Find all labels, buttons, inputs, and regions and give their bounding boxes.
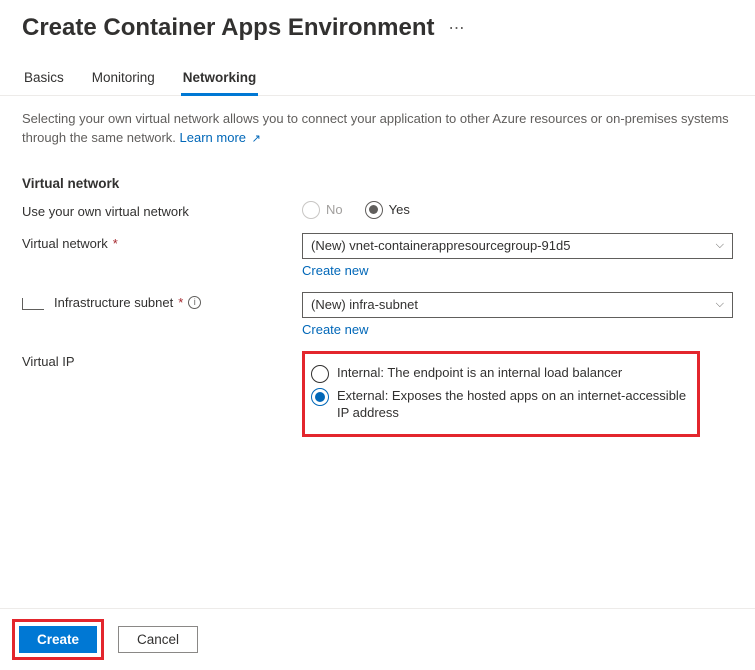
chevron-down-icon: ⌵ xyxy=(716,239,724,252)
label-use-own-vnet: Use your own virtual network xyxy=(22,201,302,219)
own-vnet-radio-group: No Yes xyxy=(302,201,733,219)
subnet-select[interactable]: (New) infra-subnet ⌵ xyxy=(302,292,733,318)
more-icon[interactable]: ⋯ xyxy=(449,18,466,38)
radio-no[interactable]: No xyxy=(302,201,343,219)
radio-no-label: No xyxy=(326,202,343,217)
info-icon[interactable]: i xyxy=(188,296,201,309)
label-virtual-ip: Virtual IP xyxy=(22,351,302,369)
vip-option-external[interactable]: External: Exposes the hosted apps on an … xyxy=(311,387,687,422)
external-link-icon: ↗ xyxy=(252,133,261,145)
section-virtual-network: Virtual network xyxy=(22,176,733,191)
subnet-create-new-link[interactable]: Create new xyxy=(302,322,733,337)
required-indicator: * xyxy=(113,236,118,251)
vnet-select[interactable]: (New) vnet-containerappresourcegroup-91d… xyxy=(302,233,733,259)
label-virtual-network: Virtual network xyxy=(22,236,108,251)
vip-option-internal[interactable]: Internal: The endpoint is an internal lo… xyxy=(311,364,687,383)
virtual-ip-group: Internal: The endpoint is an internal lo… xyxy=(302,351,700,437)
radio-yes-label: Yes xyxy=(389,202,410,217)
label-infra-subnet: Infrastructure subnet xyxy=(54,295,173,310)
vnet-create-new-link[interactable]: Create new xyxy=(302,263,733,278)
tab-networking[interactable]: Networking xyxy=(181,70,259,96)
tab-basics[interactable]: Basics xyxy=(22,70,66,95)
intro-text: Selecting your own virtual network allow… xyxy=(22,110,733,148)
vnet-selected-value: (New) vnet-containerappresourcegroup-91d… xyxy=(311,238,570,253)
radio-yes[interactable]: Yes xyxy=(365,201,410,219)
subnet-selected-value: (New) infra-subnet xyxy=(311,297,418,312)
learn-more-label: Learn more xyxy=(180,130,246,145)
create-button[interactable]: Create xyxy=(19,626,97,653)
vip-external-label: External: Exposes the hosted apps on an … xyxy=(337,387,687,422)
required-indicator: * xyxy=(178,295,183,310)
tree-connector-icon xyxy=(22,298,44,310)
footer: Create Cancel xyxy=(0,608,755,670)
tab-monitoring[interactable]: Monitoring xyxy=(90,70,157,95)
intro-body: Selecting your own virtual network allow… xyxy=(22,111,729,145)
tabs: Basics Monitoring Networking xyxy=(0,50,755,96)
cancel-button[interactable]: Cancel xyxy=(118,626,198,653)
vip-internal-label: Internal: The endpoint is an internal lo… xyxy=(337,364,622,382)
learn-more-link[interactable]: Learn more ↗ xyxy=(180,130,261,145)
create-highlight: Create xyxy=(12,619,104,660)
chevron-down-icon: ⌵ xyxy=(716,298,724,311)
page-title: Create Container Apps Environment xyxy=(22,14,435,42)
